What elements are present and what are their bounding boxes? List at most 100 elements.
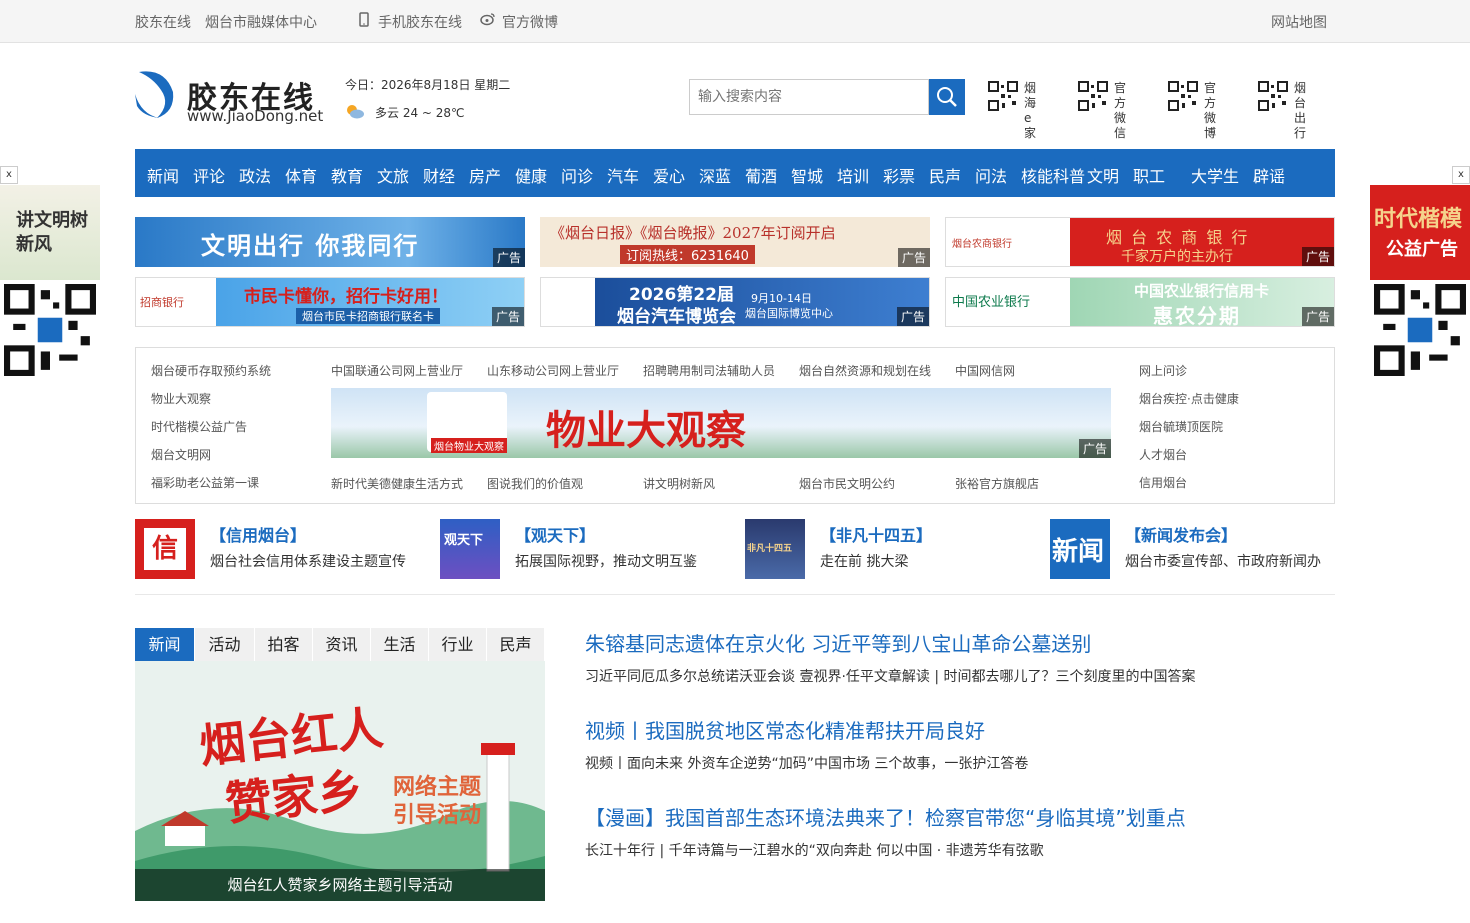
news-sub[interactable]: 视频丨面向未来 外资车企逆势“加码”中国市场 三个故事，一张护江答卷: [585, 753, 1028, 773]
hero-image[interactable]: 烟台红人 赞家乡 网络主题 引导活动 烟台红人赞家乡网络主题引导活动: [135, 661, 545, 901]
qr-label: 烟海e家: [1024, 81, 1050, 140]
close-left-float[interactable]: x: [0, 166, 18, 184]
link-item[interactable]: 烟台文明网: [151, 446, 211, 463]
link-item[interactable]: 烟台硬币存取预约系统: [151, 362, 271, 379]
qr-travel[interactable]: 烟台出行: [1258, 81, 1338, 140]
link-item[interactable]: 福彩助老公益第一课: [151, 474, 259, 491]
weather-text: 多云 24 ~ 28℃: [375, 106, 465, 120]
ad-venue: 烟台国际博览中心: [745, 307, 833, 320]
ad-abc-bank[interactable]: 中国农业银行 中国农业银行信用卡 惠农分期 广告: [945, 277, 1335, 327]
ad-auto-expo[interactable]: 2026第22届 烟台汽车博览会 9月10-14日 烟台国际博览中心 广告: [540, 277, 930, 327]
ad-hotline: 订阅热线：6231640: [620, 245, 755, 264]
news-tabs: 新闻 活动 拍客 资讯 生活 行业 民声: [135, 628, 545, 661]
site-link[interactable]: 胶东在线: [135, 12, 191, 32]
nav-item[interactable]: 葡酒: [745, 163, 777, 187]
feature-desc: 烟台社会信用体系建设主题宣传: [210, 554, 406, 570]
ad-civilized-travel[interactable]: 文明出行 你我同行 广告: [135, 217, 525, 267]
nav-item[interactable]: 彩票: [883, 163, 915, 187]
qr-label: 烟台出行: [1294, 81, 1320, 140]
link-item[interactable]: 中国网信网: [955, 362, 1015, 379]
ad-tag: 广告: [1078, 439, 1111, 458]
nav-item[interactable]: 文明: [1087, 163, 1119, 187]
nav-item[interactable]: 财经: [423, 163, 455, 187]
close-right-float[interactable]: x: [1452, 166, 1470, 184]
ad-cmb-card[interactable]: 招商银行 市民卡懂你，招行卡好用！ 烟台市民卡招商银行联名卡 广告: [135, 277, 525, 327]
qr-yanhai[interactable]: 烟海e家: [988, 81, 1068, 140]
nav-item[interactable]: 房产: [469, 163, 501, 187]
qr-wechat[interactable]: 官方微信: [1078, 81, 1158, 140]
weibo-link[interactable]: 官方微博: [502, 12, 558, 32]
nav-item[interactable]: 深蓝: [699, 163, 731, 187]
link-item[interactable]: 网上问诊: [1139, 362, 1187, 379]
left-qr-icon[interactable]: [4, 284, 96, 376]
ad-subtitle: 烟台汽车博览会: [617, 307, 736, 327]
divider: [135, 594, 1335, 595]
link-item[interactable]: 招聘聘用制司法辅助人员: [643, 362, 775, 379]
left-float-ad[interactable]: 讲文明树新风: [0, 185, 100, 280]
right-float-ad[interactable]: 时代楷模 公益广告: [1370, 185, 1470, 280]
search-button[interactable]: [929, 79, 965, 115]
tab-4[interactable]: 生活: [371, 628, 429, 661]
nav-item[interactable]: 汽车: [607, 163, 639, 187]
feature-press[interactable]: 新闻 【新闻发布会】 烟台市委宣传部、市政府新闻办: [1050, 519, 1350, 579]
tab-1[interactable]: 活动: [195, 628, 255, 661]
nav-item[interactable]: 培训: [837, 163, 869, 187]
mobile-link[interactable]: 手机胶东在线: [378, 12, 462, 32]
nav-item[interactable]: 辟谣: [1253, 163, 1285, 187]
link-item[interactable]: 山东移动公司网上营业厅: [487, 362, 619, 379]
qr-code-icon: [1258, 81, 1288, 111]
news-sub[interactable]: 长江十年行 | 千年诗篇与一江碧水的“双向奔赴 何以中国 · 非遗芳华有弦歌: [585, 840, 1044, 860]
tab-5[interactable]: 行业: [429, 628, 487, 661]
link-item[interactable]: 中国联通公司网上营业厅: [331, 362, 463, 379]
ad-rural-bank[interactable]: 烟台农商银行 烟 台 农 商 银 行 千家万户的主办行 广告: [945, 217, 1335, 267]
news-headline[interactable]: 视频丨我国脱贫地区常态化精准帮扶开局良好: [585, 715, 985, 744]
link-item[interactable]: 人才烟台: [1139, 446, 1187, 463]
link-item[interactable]: 讲文明树新风: [643, 475, 715, 492]
feature-credit[interactable]: 信 【信用烟台】 烟台社会信用体系建设主题宣传: [135, 519, 435, 579]
nav-item[interactable]: 教育: [331, 163, 363, 187]
tab-3[interactable]: 资讯: [313, 628, 371, 661]
link-item[interactable]: 图说我们的价值观: [487, 475, 583, 492]
link-item[interactable]: 烟台自然资源和规划在线: [799, 362, 931, 379]
link-item[interactable]: 物业大观察: [151, 390, 211, 407]
search-input[interactable]: [689, 79, 929, 115]
nav-item[interactable]: 大学生: [1191, 163, 1239, 187]
nav-item[interactable]: 健康: [515, 163, 547, 187]
nav-item[interactable]: 问诊: [561, 163, 593, 187]
link-item[interactable]: 时代楷模公益广告: [151, 418, 247, 435]
sitemap-link[interactable]: 网站地图: [1271, 12, 1327, 32]
nav-item[interactable]: 政法: [239, 163, 271, 187]
news-sub[interactable]: 习近平同厄瓜多尔总统诺沃亚会谈 壹视界·任平文章解读 | 时间都去哪儿了？三个刻…: [585, 666, 1196, 686]
tab-0[interactable]: 新闻: [135, 628, 195, 661]
right-qr-icon[interactable]: [1374, 284, 1466, 376]
ad-property-watch[interactable]: 烟台物业大观察 物业大观察 广告: [331, 388, 1111, 458]
logo-icon[interactable]: [135, 68, 177, 120]
link-item[interactable]: 烟台市民文明公约: [799, 475, 895, 492]
nav-item[interactable]: 评论: [193, 163, 225, 187]
media-center-link[interactable]: 烟台市融媒体中心: [205, 12, 317, 32]
news-headline[interactable]: 【漫画】我国首部生态环境法典来了！检察官带您“身临其境”划重点: [585, 802, 1186, 831]
nav-item[interactable]: 民声: [929, 163, 961, 187]
nav-item[interactable]: 爱心: [653, 163, 685, 187]
tab-2[interactable]: 拍客: [255, 628, 313, 661]
news-headline[interactable]: 朱镕基同志遗体在京火化 习近平等到八宝山革命公墓送别: [585, 628, 1091, 657]
nav-item[interactable]: 智城: [791, 163, 823, 187]
nav-item[interactable]: 文旅: [377, 163, 409, 187]
tab-6[interactable]: 民声: [487, 628, 545, 661]
ad-newspaper-subscription[interactable]: 《烟台日报》《烟台晚报》2027年订阅开启 订阅热线：6231640 广告: [540, 217, 930, 267]
nav-item[interactable]: 体育: [285, 163, 317, 187]
link-item[interactable]: 烟台疾控·点击健康: [1139, 390, 1239, 407]
nav-item[interactable]: 问法: [975, 163, 1007, 187]
nav-item[interactable]: 职工: [1133, 163, 1165, 187]
qr-weibo[interactable]: 官方微博: [1168, 81, 1248, 140]
nav-item[interactable]: 核能科普: [1021, 163, 1085, 187]
nav-item[interactable]: 新闻: [147, 163, 179, 187]
link-item[interactable]: 张裕官方旗舰店: [955, 475, 1039, 492]
ad-slogan: 千家万户的主办行: [1121, 249, 1233, 265]
link-item[interactable]: 新时代美德健康生活方式: [331, 475, 463, 492]
link-item[interactable]: 烟台毓璜顶医院: [1139, 418, 1223, 435]
link-item[interactable]: 信用烟台: [1139, 474, 1187, 491]
ad-title: 市民卡懂你，招行卡好用！: [244, 287, 448, 307]
feature-world[interactable]: 观天下 【观天下】 拓展国际视野，推动文明互鉴: [440, 519, 740, 579]
feature-five-year[interactable]: 非凡十四五 【非凡十四五】 走在前 挑大梁: [745, 519, 1045, 579]
